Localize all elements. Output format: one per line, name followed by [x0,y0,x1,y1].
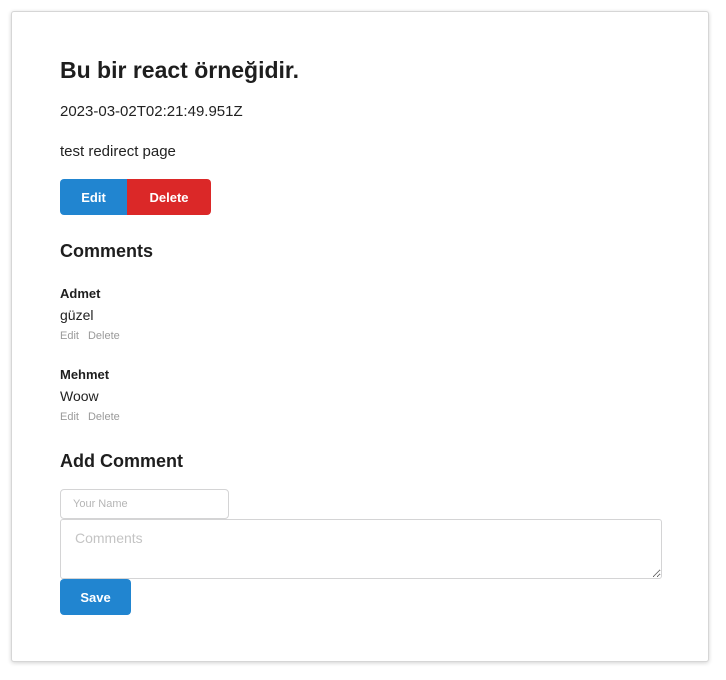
post-actions: Edit Delete [60,179,211,215]
comment-text: Woow [60,388,99,404]
comments-title: Comments [60,241,154,261]
post-card: Bu bir react örneğidir. 2023-03-02T02:21… [11,11,709,662]
post-title: Bu bir react örneğidir. [60,57,299,83]
delete-comment-link[interactable]: Delete [88,329,120,343]
add-comment-title: Add Comment [60,451,183,471]
delete-comment-link[interactable]: Delete [88,410,120,424]
comment-actions: Edit Delete [60,329,360,343]
comment-author: Admet [60,286,101,301]
edit-comment-link[interactable]: Edit [60,329,79,343]
edit-comment-link[interactable]: Edit [60,410,79,424]
comment-author: Mehmet [60,367,110,382]
comment-actions: Edit Delete [60,410,360,424]
name-input[interactable] [60,489,229,519]
save-comment-button[interactable]: Save [60,579,131,615]
post-date: 2023-03-02T02:21:49.951Z [60,103,243,120]
post-body: test redirect page [60,143,176,160]
edit-post-button[interactable]: Edit [60,179,127,215]
comment-textarea[interactable] [60,519,662,579]
delete-post-button[interactable]: Delete [127,179,211,215]
comment-item: Mehmet Woow Edit Delete [60,366,360,424]
comment-item: Admet güzel Edit Delete [60,285,360,343]
comment-text: güzel [60,307,94,323]
